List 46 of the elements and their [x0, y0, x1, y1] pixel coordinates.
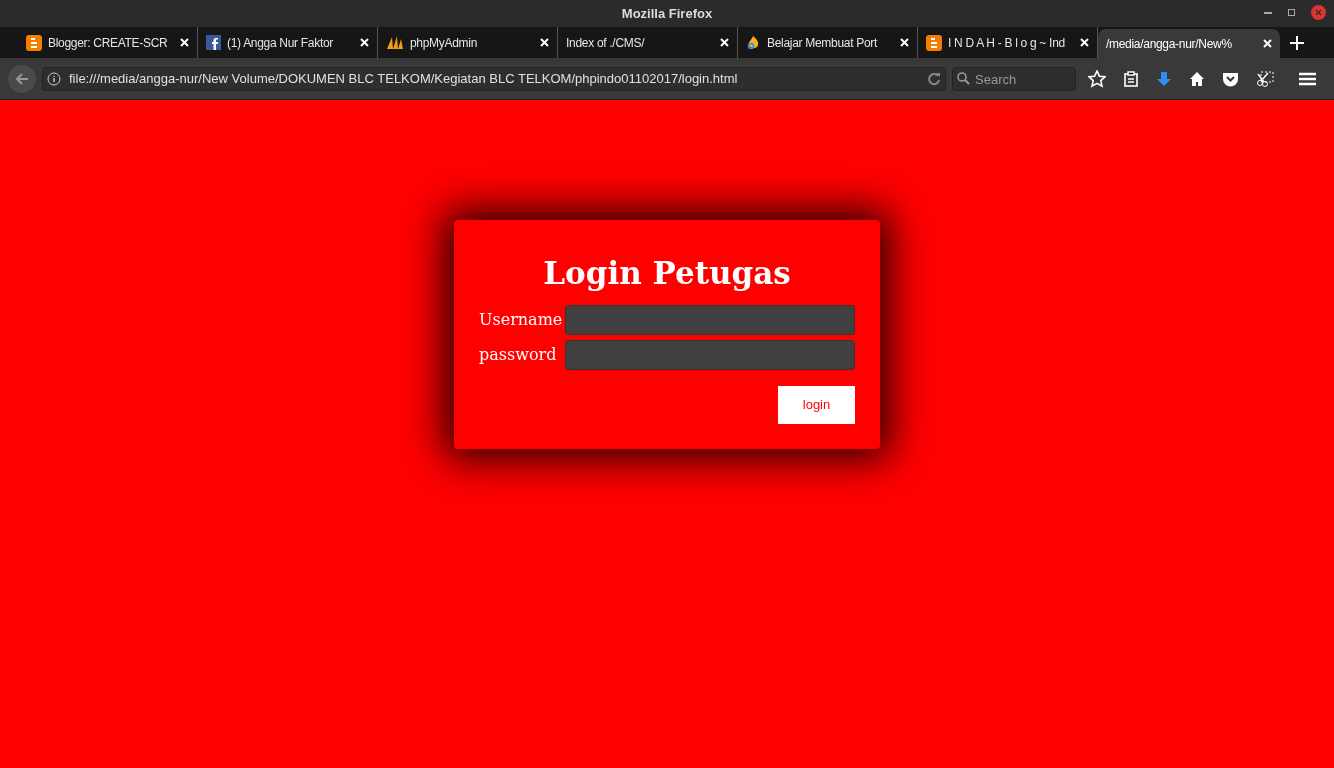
url-text: file:///media/angga-nur/New Volume/DOKUMEN BLC TELKOM/Kegiatan BLC TELKOM/phpindo01102017/login.html [69, 69, 739, 88]
address-bar[interactable]: file:///media/angga-nur/New Volume/DOKUMEN BLC TELKOM/Kegiatan BLC TELKOM/phpindo01102017/login.html [42, 66, 946, 91]
tab-title: Blogger: CREATE-SCR [48, 34, 169, 52]
tab-title: Index of ./CMS/ [566, 34, 646, 52]
tab-title: phpMyAdmin [410, 34, 479, 52]
plus-icon [1289, 34, 1305, 51]
sail-logo-icon [386, 35, 404, 50]
close-icon[interactable] [180, 38, 189, 47]
field-label: Username [479, 309, 561, 331]
star-icon[interactable] [1088, 69, 1106, 88]
close-icon[interactable] [540, 38, 549, 47]
close-icon[interactable] [1080, 38, 1089, 47]
blogger-icon [926, 34, 942, 51]
minimize-button[interactable] [1264, 11, 1272, 14]
blogger-icon [26, 34, 42, 51]
browser-tab[interactable]: /media/angga-nur/New% [1098, 29, 1280, 58]
tab-title: /media/angga-nur/New% [1106, 35, 1233, 53]
tab-title: (1) Angga Nur Faktor [227, 34, 335, 52]
home-icon[interactable] [1189, 70, 1205, 87]
search-field[interactable]: Search [952, 67, 1076, 91]
info-icon [47, 71, 61, 86]
tab-title: Belajar Membuat Port [767, 34, 879, 52]
pocket-icon[interactable] [1222, 70, 1239, 87]
scissors-icon[interactable] [1256, 70, 1274, 87]
login-title: Login Petugas [542, 254, 792, 293]
back-arrow-icon [15, 71, 29, 86]
close-icon[interactable] [900, 38, 909, 47]
download-icon[interactable] [1156, 70, 1172, 87]
restore-button[interactable] [1288, 9, 1295, 16]
login-button[interactable]: login [778, 386, 855, 424]
close-button[interactable] [1311, 5, 1326, 20]
clipboard-icon[interactable] [1123, 70, 1139, 87]
flame-logo-icon [746, 35, 761, 50]
back-button[interactable] [8, 64, 36, 93]
reload-icon[interactable] [927, 71, 941, 86]
close-icon[interactable] [720, 38, 729, 47]
window-title: Mozilla Firefox [621, 4, 713, 23]
tab-title: I N D A H - B l o g ~ Ind [948, 34, 1066, 52]
facebook-icon [206, 35, 221, 50]
search-icon [957, 71, 970, 85]
menu-icon[interactable] [1299, 71, 1316, 86]
input-field[interactable] [565, 340, 855, 370]
close-icon[interactable] [360, 38, 369, 47]
close-icon[interactable] [1263, 39, 1272, 48]
field-label: password [479, 344, 558, 366]
input-field[interactable] [565, 305, 855, 335]
